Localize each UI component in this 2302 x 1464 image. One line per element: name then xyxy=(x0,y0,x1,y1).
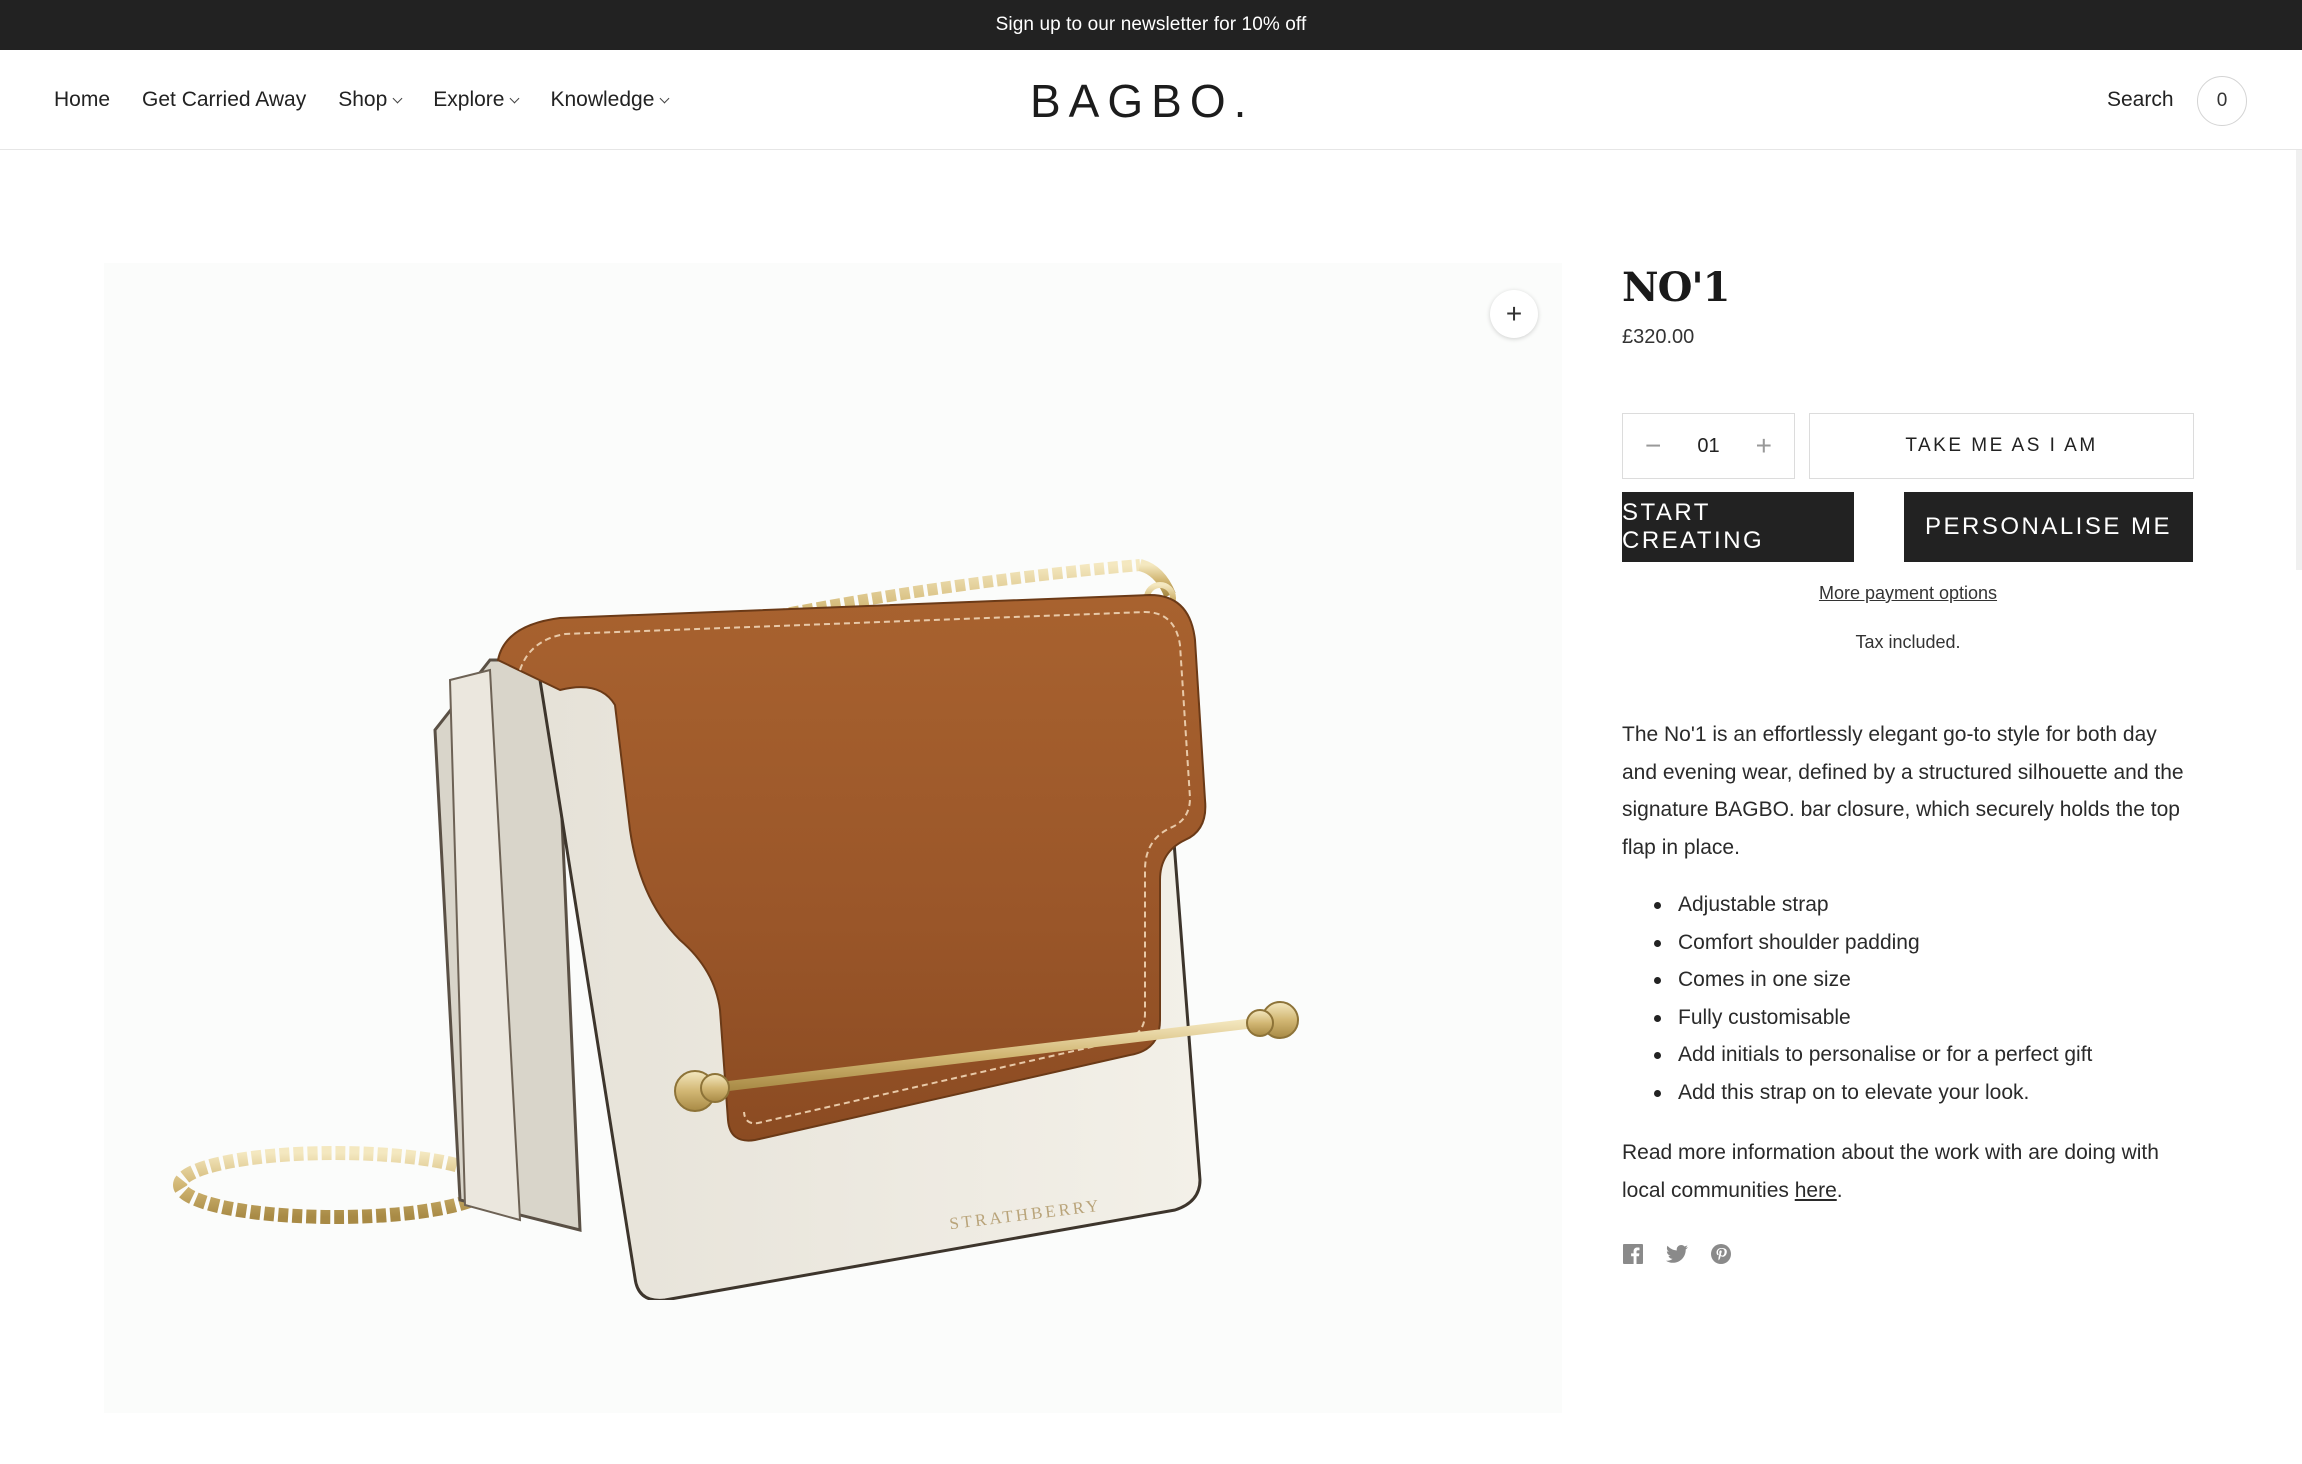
product-price: £320.00 xyxy=(1622,326,1695,348)
plus-icon: + xyxy=(1505,298,1523,329)
search-link[interactable]: Search xyxy=(2107,50,2174,150)
social-share xyxy=(1622,1243,1732,1265)
nav-item-knowledge[interactable]: Knowledge xyxy=(550,88,670,112)
product-description: The No'1 is an effortlessly elegant go-t… xyxy=(1622,723,2184,859)
personalise-me-button[interactable]: PERSONALISE ME xyxy=(1904,492,2193,562)
plus-icon[interactable]: + xyxy=(1756,432,1772,460)
feature-list: Adjustable strap Comfort shoulder paddin… xyxy=(1622,886,2194,1111)
button-label: PERSONALISE ME xyxy=(1924,513,2173,540)
tax-note: Tax included. xyxy=(1855,632,1961,652)
nav-item-get-carried-away[interactable]: Get Carried Away xyxy=(142,88,306,112)
nav-item-explore[interactable]: Explore xyxy=(433,88,520,112)
twitter-icon[interactable] xyxy=(1666,1243,1688,1265)
product-title: NO'1 xyxy=(1622,264,1730,311)
here-link[interactable]: here xyxy=(1795,1179,1837,1202)
button-label: START CREATING xyxy=(1622,499,1765,554)
list-item: Fully customisable xyxy=(1622,999,2194,1037)
start-creating-button[interactable]: START CREATING xyxy=(1622,492,1854,562)
quantity-value[interactable]: 01 xyxy=(1697,435,1719,458)
brand-logo[interactable]: BAGBO. xyxy=(1030,74,1254,128)
chevron-down-icon xyxy=(510,93,520,104)
site-header: Home Get Carried Away Shop Explore Knowl… xyxy=(0,50,2302,150)
list-item: Comes in one size xyxy=(1622,961,2194,999)
chevron-down-icon xyxy=(392,93,403,104)
scrollbar[interactable] xyxy=(2296,150,2302,570)
nav-label: Knowledge xyxy=(550,88,655,111)
nav-item-home[interactable]: Home xyxy=(54,88,110,112)
nav-label: Shop xyxy=(338,88,388,111)
button-label: TAKE ME AS I AM xyxy=(1905,435,2098,456)
announcement-text[interactable]: Sign up to our newsletter for 10% off xyxy=(996,14,1307,36)
list-item: Comfort shoulder padding xyxy=(1622,924,2194,962)
nav-label: Explore xyxy=(433,88,505,111)
list-item: Add initials to personalise or for a per… xyxy=(1622,1036,2194,1074)
more-info-body: Read more information about the work wit… xyxy=(1622,1141,2159,1202)
take-me-as-i-am-button[interactable]: TAKE ME AS I AM xyxy=(1809,413,2194,479)
announcement-bar[interactable]: Sign up to our newsletter for 10% off xyxy=(0,0,2302,50)
list-item: Adjustable strap xyxy=(1622,886,2194,924)
nav-label: Get Carried Away xyxy=(142,88,307,111)
more-info-end: . xyxy=(1836,1178,1843,1202)
more-payment-options-link[interactable]: More payment options xyxy=(1622,583,2194,604)
minus-icon[interactable]: − xyxy=(1645,432,1661,460)
product-image: STRATHBERRY xyxy=(173,559,1299,1300)
cart-count: 0 xyxy=(2216,90,2228,111)
cart-button[interactable]: 0 xyxy=(2197,76,2247,126)
chain-strap-left xyxy=(173,1146,497,1224)
nav-label: Home xyxy=(54,88,111,111)
zoom-button[interactable]: + xyxy=(1490,290,1538,338)
quantity-stepper: − 01 + xyxy=(1622,413,1795,479)
nav-item-shop[interactable]: Shop xyxy=(338,88,403,112)
facebook-icon[interactable] xyxy=(1622,1243,1644,1265)
pinterest-icon[interactable] xyxy=(1710,1243,1732,1265)
main-nav: Home Get Carried Away Shop Explore Knowl… xyxy=(54,50,700,150)
more-info-text: Read more information about the work wit… xyxy=(1622,1134,2194,1209)
list-item: Add this strap on to elevate your look. xyxy=(1622,1074,2194,1112)
chevron-down-icon xyxy=(659,93,670,104)
